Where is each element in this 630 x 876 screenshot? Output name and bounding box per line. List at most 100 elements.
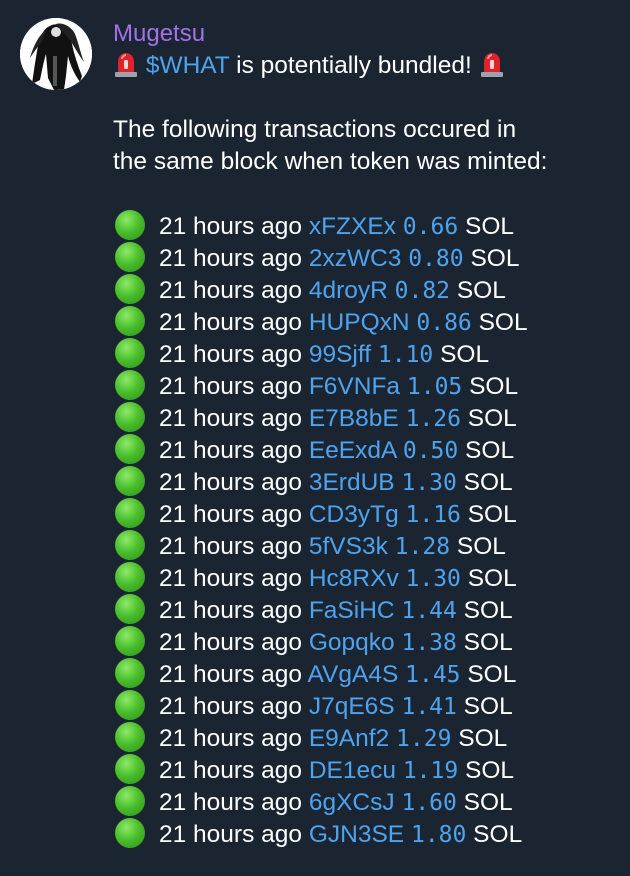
transaction-time: 21 hours ago xyxy=(159,757,303,784)
transaction-time: 21 hours ago xyxy=(159,277,303,304)
amount-value[interactable]: 1.05 xyxy=(407,374,462,400)
amount-unit: SOL xyxy=(478,309,528,336)
wallet-link[interactable]: DE1ecu xyxy=(309,757,396,784)
wallet-link[interactable]: E7B8bE xyxy=(309,405,399,432)
wallet-link[interactable]: GJN3SE xyxy=(309,821,404,848)
green-circle-icon xyxy=(115,210,145,240)
wallet-link[interactable]: EeExdA xyxy=(309,437,396,464)
transaction-row: 21 hours ago E7B8bE 1.26 SOL xyxy=(113,402,620,434)
transaction-row: 21 hours ago Gopqko 1.38 SOL xyxy=(113,626,620,658)
wallet-link[interactable]: 5fVS3k xyxy=(309,533,388,560)
green-circle-icon xyxy=(115,498,145,528)
wallet-link[interactable]: AVgA4S xyxy=(308,661,399,688)
transaction-row: 21 hours ago HUPQxN 0.86 SOL xyxy=(113,306,620,338)
amount-unit: SOL xyxy=(473,821,523,848)
transaction-time: 21 hours ago xyxy=(159,533,303,560)
wallet-link[interactable]: CD3yTg xyxy=(309,501,399,528)
amount-value[interactable]: 0.86 xyxy=(416,310,471,336)
amount-unit: SOL xyxy=(467,501,517,528)
message-body: Mugetsu $WHAT is potentially bundled! Th… xyxy=(113,18,620,850)
wallet-link[interactable]: xFZXEx xyxy=(309,213,396,240)
amount-value[interactable]: 1.80 xyxy=(411,822,466,848)
amount-value[interactable]: 1.30 xyxy=(406,566,461,592)
ticker-link[interactable]: $WHAT xyxy=(146,52,230,79)
wallet-link[interactable]: 4droyR xyxy=(309,277,388,304)
transaction-row: 21 hours ago 5fVS3k 1.28 SOL xyxy=(113,530,620,562)
green-circle-icon xyxy=(115,818,145,848)
amount-value[interactable]: 0.66 xyxy=(403,214,458,240)
transaction-row: 21 hours ago DE1ecu 1.19 SOL xyxy=(113,754,620,786)
amount-value[interactable]: 0.80 xyxy=(408,246,463,272)
amount-value[interactable]: 1.19 xyxy=(403,758,458,784)
amount-unit: SOL xyxy=(463,469,513,496)
transaction-time: 21 hours ago xyxy=(159,405,303,432)
transaction-row: 21 hours ago Hc8RXv 1.30 SOL xyxy=(113,562,620,594)
amount-value[interactable]: 1.41 xyxy=(401,694,456,720)
avatar[interactable] xyxy=(20,18,92,90)
green-circle-icon xyxy=(115,786,145,816)
amount-value[interactable]: 1.16 xyxy=(406,502,461,528)
transaction-time: 21 hours ago xyxy=(159,629,303,656)
green-circle-icon xyxy=(115,242,145,272)
green-circle-icon xyxy=(115,658,145,688)
headline-text: is potentially bundled! xyxy=(229,52,479,79)
amount-value[interactable]: 1.60 xyxy=(401,790,456,816)
amount-value[interactable]: 1.26 xyxy=(406,406,461,432)
amount-unit: SOL xyxy=(465,437,515,464)
amount-value[interactable]: 1.44 xyxy=(401,598,456,624)
amount-unit: SOL xyxy=(467,565,517,592)
sender-name[interactable]: Mugetsu xyxy=(113,18,620,50)
amount-value[interactable]: 1.45 xyxy=(405,662,460,688)
amount-value[interactable]: 1.38 xyxy=(401,630,456,656)
amount-value[interactable]: 1.28 xyxy=(395,534,450,560)
transaction-time: 21 hours ago xyxy=(159,789,303,816)
avatar-figure-icon xyxy=(20,18,92,90)
amount-value[interactable]: 1.30 xyxy=(401,470,456,496)
green-circle-icon xyxy=(115,274,145,304)
green-circle-icon xyxy=(115,722,145,752)
wallet-link[interactable]: F6VNFa xyxy=(309,373,400,400)
green-circle-icon xyxy=(115,530,145,560)
wallet-link[interactable]: 6gXCsJ xyxy=(309,789,395,816)
transaction-time: 21 hours ago xyxy=(159,821,303,848)
amount-unit: SOL xyxy=(463,597,513,624)
amount-unit: SOL xyxy=(456,277,506,304)
amount-unit: SOL xyxy=(464,213,515,240)
transaction-list: 21 hours ago xFZXEx 0.66 SOL 21 hours ago… xyxy=(113,210,620,850)
transaction-row: 21 hours ago J7qE6S 1.41 SOL xyxy=(113,690,620,722)
rotating-light-icon xyxy=(113,50,139,78)
wallet-link[interactable]: Gopqko xyxy=(309,629,395,656)
intro-line-2: the same block when token was minted: xyxy=(113,148,548,175)
amount-unit: SOL xyxy=(465,757,515,784)
transaction-time: 21 hours ago xyxy=(159,245,303,272)
wallet-link[interactable]: 3ErdUB xyxy=(309,469,395,496)
wallet-link[interactable]: FaSiHC xyxy=(309,597,395,624)
amount-value[interactable]: 0.82 xyxy=(395,278,450,304)
transaction-row: 21 hours ago 4droyR 0.82 SOL xyxy=(113,274,620,306)
transaction-row: 21 hours ago xFZXEx 0.66 SOL xyxy=(113,210,620,242)
wallet-link[interactable]: Hc8RXv xyxy=(309,565,399,592)
transaction-time: 21 hours ago xyxy=(159,373,303,400)
wallet-link[interactable]: J7qE6S xyxy=(309,693,395,720)
transaction-time: 21 hours ago xyxy=(159,597,303,624)
amount-value[interactable]: 0.50 xyxy=(403,438,458,464)
transaction-row: 21 hours ago 99Sjff 1.10 SOL xyxy=(113,338,620,370)
transaction-time: 21 hours ago xyxy=(159,725,303,752)
amount-value[interactable]: 1.10 xyxy=(378,342,433,368)
amount-unit: SOL xyxy=(467,405,517,432)
wallet-link[interactable]: 2xzWC3 xyxy=(309,245,402,272)
green-circle-icon xyxy=(115,370,145,400)
transaction-row: 21 hours ago 6gXCsJ 1.60 SOL xyxy=(113,786,620,818)
intro-line-1: The following transactions occured in xyxy=(113,116,517,143)
wallet-link[interactable]: E9Anf2 xyxy=(309,725,389,752)
transaction-row: 21 hours ago E9Anf2 1.29 SOL xyxy=(113,722,620,754)
green-circle-icon xyxy=(115,562,145,592)
transaction-row: 21 hours ago CD3yTg 1.16 SOL xyxy=(113,498,620,530)
transaction-row: 21 hours ago EeExdA 0.50 SOL xyxy=(113,434,620,466)
amount-value[interactable]: 1.29 xyxy=(396,726,451,752)
amount-unit: SOL xyxy=(458,725,508,752)
wallet-link[interactable]: 99Sjff xyxy=(309,341,371,368)
wallet-link[interactable]: HUPQxN xyxy=(309,309,410,336)
